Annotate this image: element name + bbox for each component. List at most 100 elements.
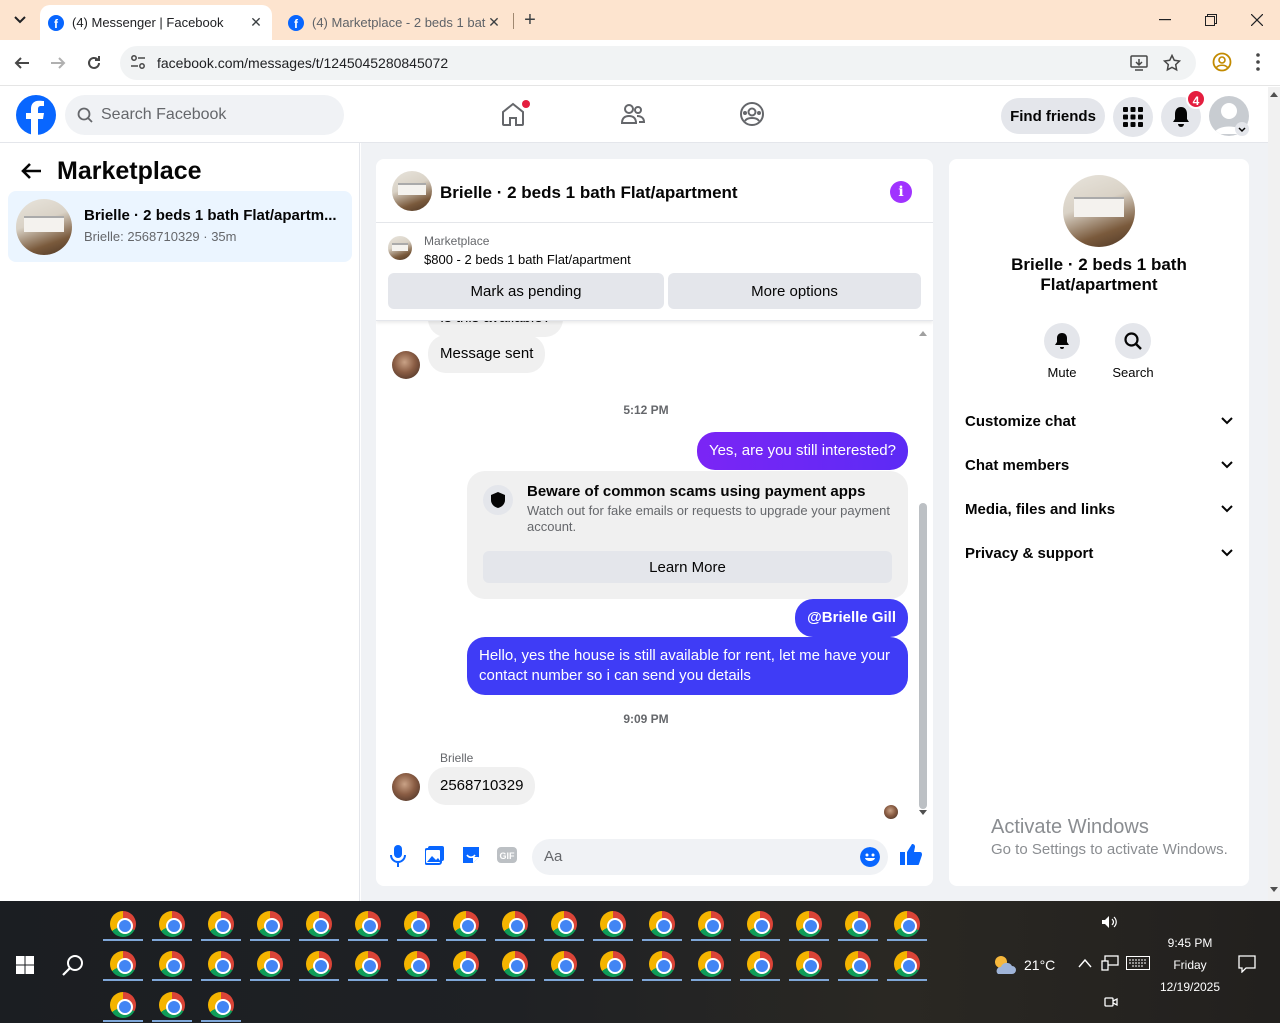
close-window-button[interactable] [1234,0,1280,40]
bookmark-star-icon[interactable] [1163,54,1181,72]
privacy-support-section[interactable]: Privacy & support [965,531,1233,575]
conversation-item[interactable]: Brielle · 2 beds 1 bath Flat/apartm... B… [8,191,352,262]
media-files-links-section[interactable]: Media, files and links [965,487,1233,531]
profile-icon[interactable] [1212,52,1232,72]
scrollbar-thumb[interactable] [919,503,927,809]
learn-more-button[interactable]: Learn More [483,551,892,583]
minimize-button[interactable] [1142,0,1188,40]
chrome-profile-taskbar-icon[interactable] [502,951,528,977]
scroll-up-icon[interactable] [918,329,928,337]
mute-button[interactable]: Mute [1032,323,1092,380]
chrome-profile-taskbar-icon[interactable] [796,911,822,937]
chrome-profile-taskbar-icon[interactable] [845,951,871,977]
chrome-profile-taskbar-icon[interactable] [306,951,332,977]
chrome-profile-taskbar-icon[interactable] [796,951,822,977]
system-clock[interactable]: 9:45 PM Friday 12/19/2025 [1150,932,1230,998]
back-arrow-icon[interactable] [20,161,42,181]
network-icon[interactable] [1101,955,1119,971]
chrome-profile-taskbar-icon[interactable] [208,992,234,1018]
install-app-icon[interactable] [1130,54,1148,72]
menu-grid-button[interactable] [1113,97,1153,137]
tab-marketplace[interactable]: f (4) Marketplace - 2 beds 1 bath ✕ [280,5,510,40]
chrome-profile-taskbar-icon[interactable] [698,951,724,977]
chrome-profile-taskbar-icon[interactable] [894,951,920,977]
facebook-logo-icon[interactable] [16,95,56,135]
customize-chat-section[interactable]: Customize chat [965,399,1233,443]
chevron-up-icon[interactable] [1078,958,1092,968]
listing-price[interactable]: $800 - 2 beds 1 bath Flat/apartment [424,252,631,267]
contact-avatar[interactable] [392,773,420,801]
more-options-button[interactable]: More options [668,273,921,309]
new-tab-button[interactable]: + [518,8,542,32]
listing-large-thumbnail[interactable] [1063,175,1135,247]
mark-as-pending-button[interactable]: Mark as pending [388,273,664,309]
forward-button[interactable] [46,51,70,75]
chrome-profile-taskbar-icon[interactable] [600,951,626,977]
close-tab-icon[interactable]: ✕ [248,14,264,31]
chrome-profile-taskbar-icon[interactable] [453,911,479,937]
chrome-profile-taskbar-icon[interactable] [453,951,479,977]
contact-avatar[interactable] [392,351,420,379]
message-input[interactable]: Aa [532,839,888,875]
menu-dots-icon[interactable] [1250,52,1266,72]
chrome-profile-taskbar-icon[interactable] [747,951,773,977]
message-scrollbar[interactable] [918,329,928,817]
chrome-profile-taskbar-icon[interactable] [502,911,528,937]
keyboard-icon[interactable] [1126,956,1150,970]
scroll-down-icon[interactable] [1270,887,1278,893]
chrome-profile-taskbar-icon[interactable] [355,951,381,977]
page-scrollbar[interactable] [1268,87,1280,901]
chrome-profile-taskbar-icon[interactable] [110,911,136,937]
chrome-profile-taskbar-icon[interactable] [257,911,283,937]
account-chevron-icon[interactable] [1235,122,1249,136]
facebook-search-input[interactable]: Search Facebook [65,95,344,135]
scroll-up-icon[interactable] [1270,91,1278,97]
chrome-profile-taskbar-icon[interactable] [306,911,332,937]
search-conversation-button[interactable]: Search [1103,323,1163,380]
restore-button[interactable] [1188,0,1234,40]
chrome-profile-taskbar-icon[interactable] [551,911,577,937]
friends-icon[interactable] [620,101,646,127]
chrome-profile-taskbar-icon[interactable] [649,951,675,977]
groups-icon[interactable] [739,101,765,127]
address-bar[interactable]: facebook.com/messages/t/1245045280845072 [120,46,1196,80]
chrome-profile-taskbar-icon[interactable] [551,951,577,977]
reload-button[interactable] [82,51,106,75]
chat-title[interactable]: Brielle · 2 beds 1 bath Flat/apartment [440,183,738,203]
chrome-profile-taskbar-icon[interactable] [159,951,185,977]
scroll-down-icon[interactable] [918,809,928,817]
taskbar-search-icon[interactable] [62,954,84,976]
chrome-profile-taskbar-icon[interactable] [404,951,430,977]
tab-search-button[interactable] [6,6,34,34]
chrome-profile-taskbar-icon[interactable] [159,911,185,937]
chat-thumbnail[interactable] [392,171,432,211]
chrome-profile-taskbar-icon[interactable] [208,951,234,977]
tab-messenger[interactable]: f (4) Messenger | Facebook ✕ [40,5,272,40]
site-settings-icon[interactable] [130,54,146,70]
photo-icon[interactable] [425,845,445,865]
chrome-profile-taskbar-icon[interactable] [159,992,185,1018]
chrome-profile-taskbar-icon[interactable] [257,951,283,977]
chrome-profile-taskbar-icon[interactable] [355,911,381,937]
chrome-profile-taskbar-icon[interactable] [747,911,773,937]
sticker-icon[interactable] [461,845,481,865]
chrome-profile-taskbar-icon[interactable] [110,951,136,977]
weather-widget[interactable]: 21°C [992,954,1055,976]
microphone-icon[interactable] [390,845,406,867]
close-tab-icon[interactable]: ✕ [486,14,502,31]
info-icon[interactable]: i [890,181,912,203]
back-button[interactable] [10,51,34,75]
chrome-profile-taskbar-icon[interactable] [698,911,724,937]
gif-icon[interactable]: GIF [497,845,517,865]
chrome-profile-taskbar-icon[interactable] [404,911,430,937]
windows-start-icon[interactable] [16,956,34,974]
find-friends-button[interactable]: Find friends [1001,98,1105,134]
volume-icon[interactable] [1101,915,1119,929]
thumbs-up-icon[interactable] [900,843,922,865]
meet-now-icon[interactable] [1104,995,1118,1009]
chrome-profile-taskbar-icon[interactable] [600,911,626,937]
emoji-icon[interactable] [860,847,880,867]
chrome-profile-taskbar-icon[interactable] [845,911,871,937]
chrome-profile-taskbar-icon[interactable] [208,911,234,937]
chat-members-section[interactable]: Chat members [965,443,1233,487]
